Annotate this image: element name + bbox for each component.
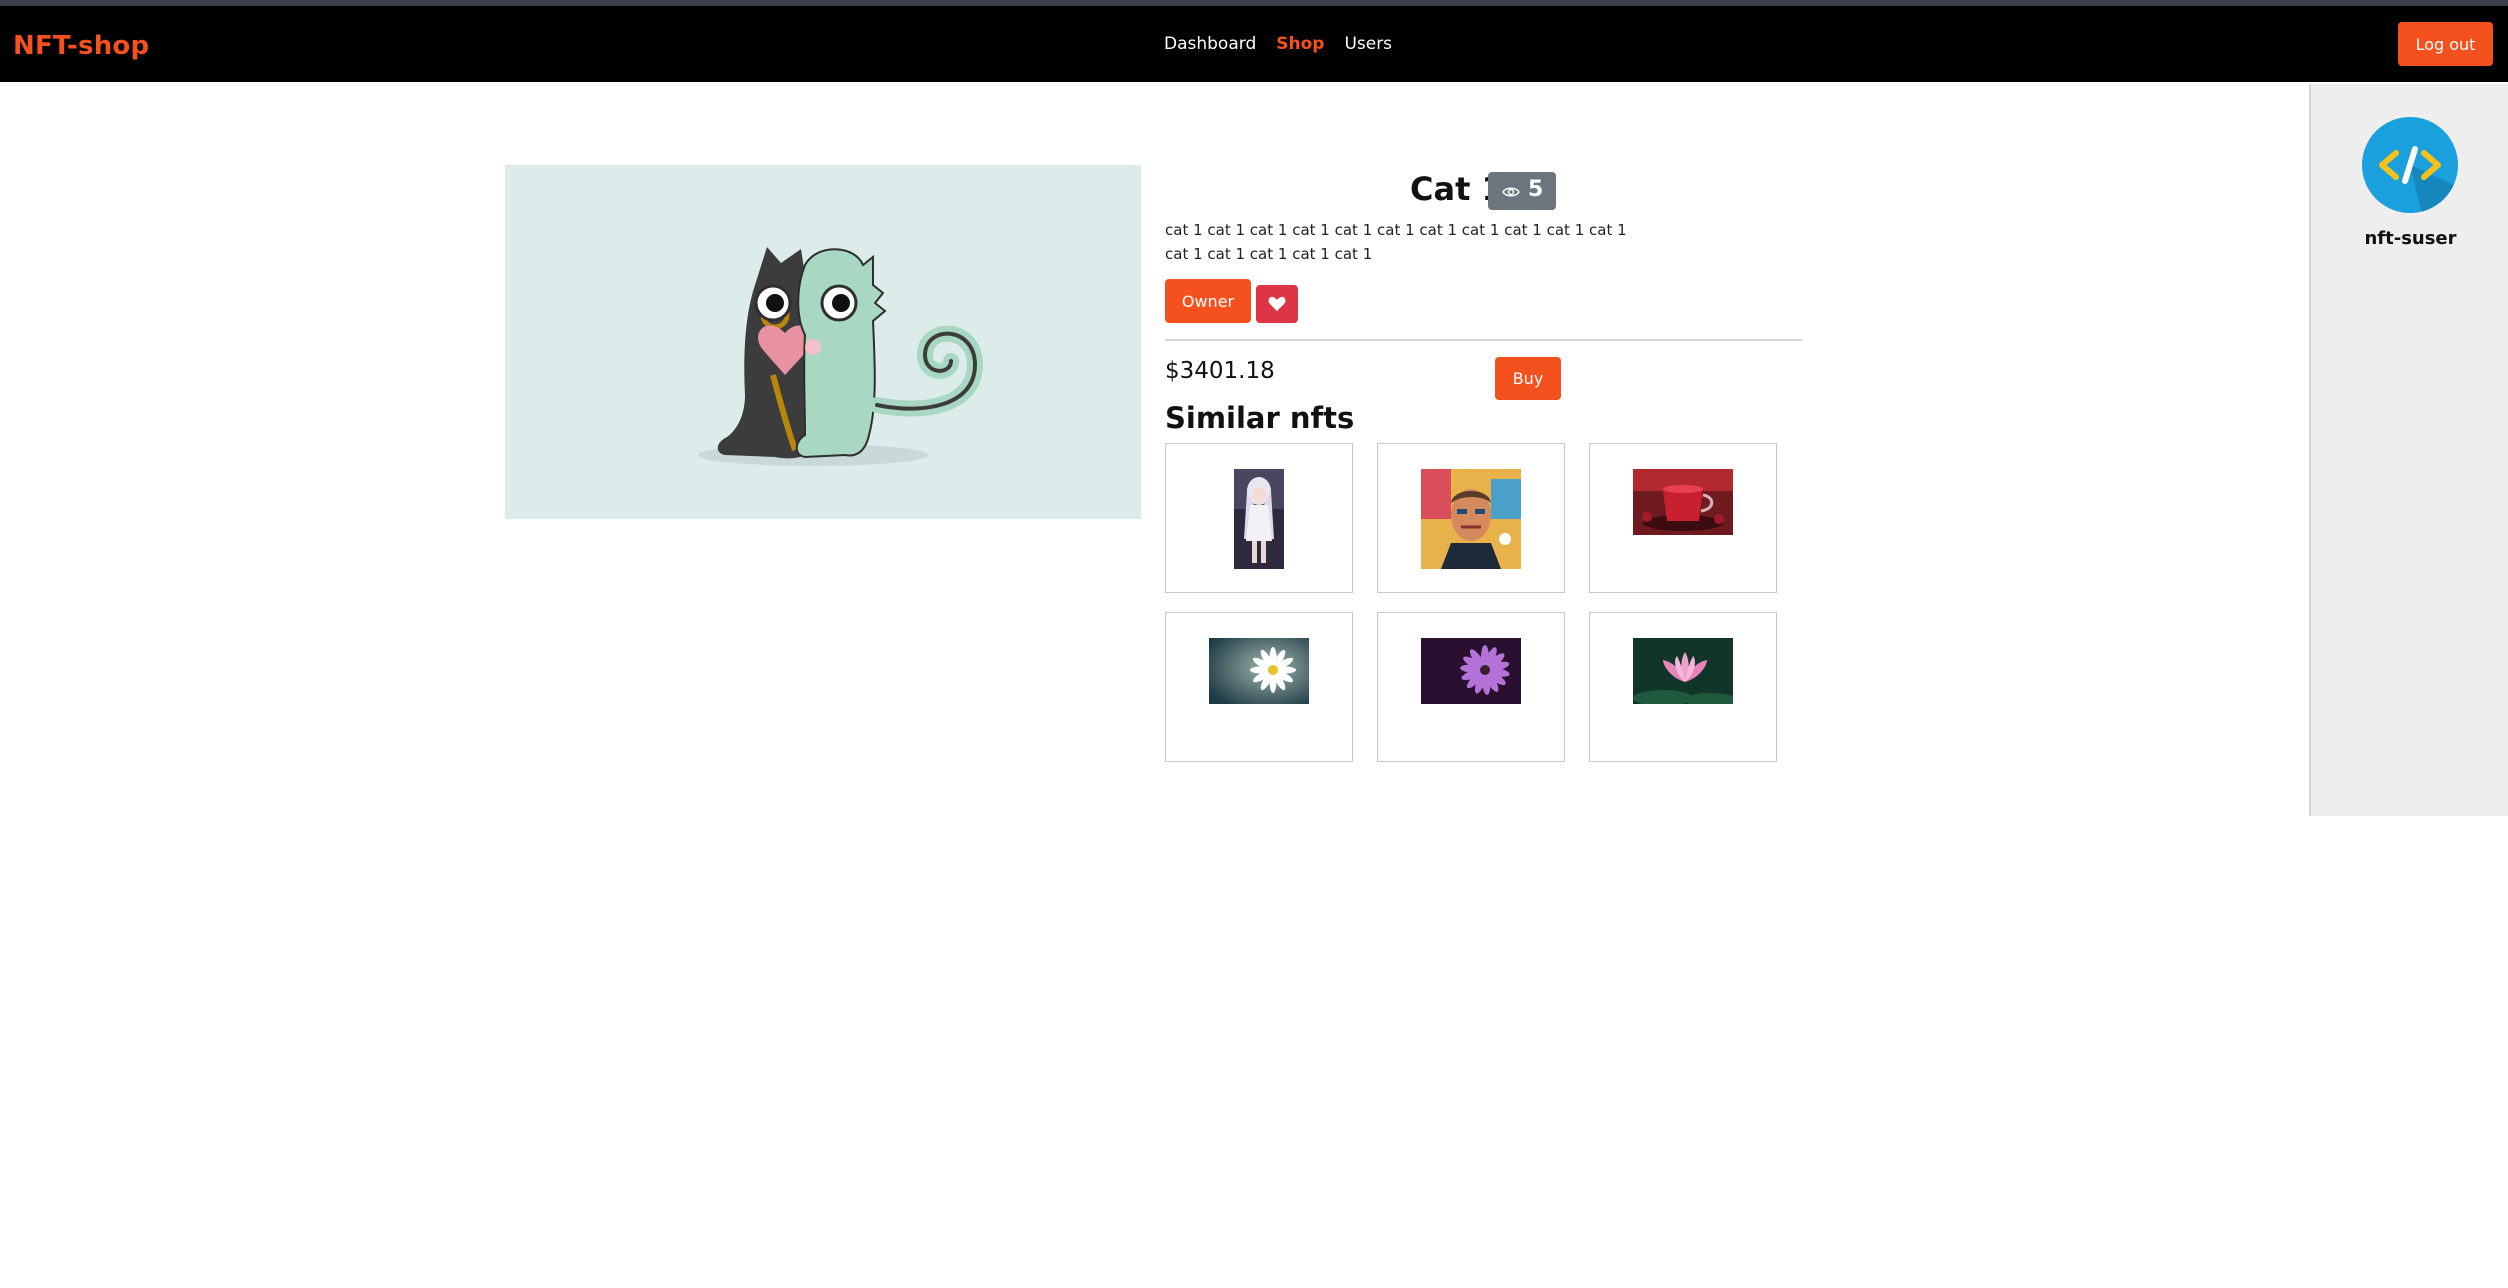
nav-link-dashboard[interactable]: Dashboard xyxy=(1164,34,1256,54)
nav-link-shop[interactable]: Shop xyxy=(1276,34,1324,54)
anime-girl-thumbnail xyxy=(1234,469,1284,569)
similar-nft-card[interactable] xyxy=(1377,443,1565,593)
title-row: Cat 1 5 xyxy=(1165,168,1802,210)
pink-lotus-thumbnail xyxy=(1633,638,1733,704)
views-badge: 5 xyxy=(1488,172,1556,210)
nav-links: Dashboard Shop Users xyxy=(1164,34,1392,54)
similar-nft-card[interactable] xyxy=(1589,443,1777,593)
cat-illustration xyxy=(698,247,984,466)
logout-button[interactable]: Log out xyxy=(2398,22,2493,66)
nft-main-image xyxy=(505,165,1141,519)
navbar: NFT-shop Dashboard Shop Users Log out xyxy=(0,6,2508,82)
heart-icon xyxy=(1268,296,1286,311)
brand-logo[interactable]: NFT-shop xyxy=(13,31,149,61)
owner-button[interactable]: Owner xyxy=(1165,279,1251,323)
buy-button[interactable]: Buy xyxy=(1495,357,1561,400)
nft-price: $3401.18 xyxy=(1165,358,1275,384)
white-daisy-thumbnail xyxy=(1209,638,1309,704)
avatar[interactable] xyxy=(2362,117,2458,213)
user-sidebar: nft-suser xyxy=(2309,84,2508,816)
pop-art-portrait-thumbnail xyxy=(1421,469,1521,569)
eye-icon xyxy=(1502,187,1520,197)
red-tea-thumbnail xyxy=(1633,469,1733,535)
similar-nft-card[interactable] xyxy=(1165,612,1353,762)
nav-link-users[interactable]: Users xyxy=(1344,34,1392,54)
views-count: 5 xyxy=(1528,177,1544,202)
similar-nft-card[interactable] xyxy=(1377,612,1565,762)
similar-nfts-title: Similar nfts xyxy=(1165,401,1355,435)
code-brackets-icon xyxy=(2379,146,2458,213)
username: nft-suser xyxy=(2364,228,2457,249)
like-button[interactable] xyxy=(1256,285,1298,323)
nft-description: cat 1 cat 1 cat 1 cat 1 cat 1 cat 1 cat … xyxy=(1165,221,1627,263)
divider xyxy=(1165,339,1802,341)
similar-nft-card[interactable] xyxy=(1589,612,1777,762)
purple-flower-thumbnail xyxy=(1421,638,1521,704)
similar-nft-card[interactable] xyxy=(1165,443,1353,593)
